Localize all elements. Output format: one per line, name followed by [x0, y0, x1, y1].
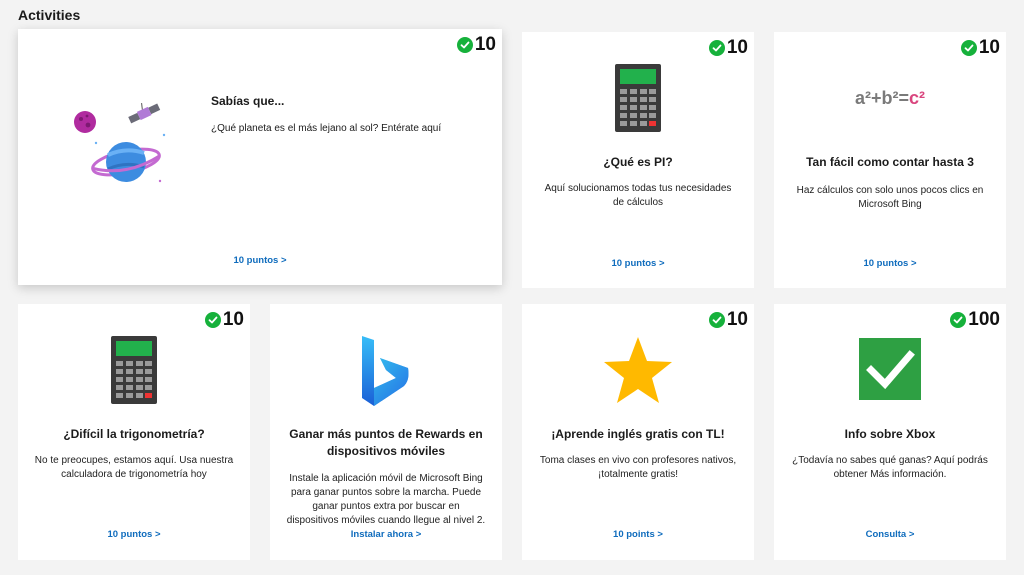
star-icon [522, 336, 754, 404]
calculator-illustration [18, 336, 250, 404]
checkmark-icon [456, 37, 473, 53]
green-checkbox-icon [774, 338, 1006, 400]
card-description: No te preocupes, estamos aquí. Usa nuest… [34, 455, 234, 480]
formula-text: a²+b²= [854, 88, 909, 108]
section-title: Activities [18, 7, 81, 23]
card-points-link[interactable]: 10 puntos > [18, 255, 502, 266]
card-title: ¡Aprende inglés gratis con TL! [551, 427, 725, 441]
card-points-link[interactable]: 10 puntos > [774, 258, 1006, 269]
bing-logo [270, 334, 502, 408]
points-badge: 10 [708, 37, 748, 59]
planet-satellite-illustration [72, 95, 172, 196]
checkmark-icon [950, 312, 967, 328]
card-description: Toma clases en vivo con profesores nativ… [539, 455, 737, 480]
checkmark-icon [960, 40, 977, 56]
card-description: Haz cálculos con solo unos pocos clics e… [796, 185, 984, 210]
points-badge: 10 [960, 37, 1000, 59]
card-title: Info sobre Xbox [844, 427, 936, 441]
points-badge: 10 [456, 34, 496, 56]
checkmark-icon [708, 312, 725, 328]
points-value: 100 [968, 309, 1000, 330]
points-value: 10 [978, 37, 1000, 58]
points-value: 10 [726, 37, 748, 58]
card-points-link[interactable]: 10 points > [522, 529, 754, 540]
activity-card-xbox-info[interactable]: 100 Info sobre Xbox ¿Todavía no sabes qu… [774, 304, 1006, 560]
points-badge: 100 [950, 309, 1000, 331]
activity-card-mobile-rewards[interactable]: Ganar más puntos de Rewards en dispositi… [270, 304, 502, 560]
card-description: Aquí solucionamos todas tus necesidades … [544, 183, 732, 208]
activity-card-did-you-know[interactable]: 10 Sabías que... ¿Qué planeta es el más … [18, 29, 502, 285]
activity-card-what-is-pi[interactable]: 10 ¿Qué es PI? Aquí solucionamos todas t… [522, 32, 754, 288]
formula-highlight: c² [909, 88, 926, 108]
activity-card-learn-english[interactable]: 10 ¡Aprende inglés gratis con TL! Toma c… [522, 304, 754, 560]
card-points-link[interactable]: 10 puntos > [522, 258, 754, 269]
xbox-consult-link[interactable]: Consulta > [774, 529, 1006, 540]
card-description: ¿Todavía no sabes qué ganas? Aquí podrás… [792, 455, 988, 480]
activity-card-count-to-three[interactable]: 10 a²+b²=c² Tan fácil como contar hasta … [774, 32, 1006, 288]
points-value: 10 [726, 309, 748, 330]
points-badge: 10 [708, 309, 748, 331]
checkmark-icon [204, 312, 221, 328]
formula-illustration: a²+b²=c² [774, 88, 1006, 109]
activity-card-trigonometry[interactable]: 10 ¿Difícil la trigonometría? No te preo… [18, 304, 250, 560]
card-title: ¿Qué es PI? [603, 155, 673, 169]
points-value: 10 [474, 34, 496, 55]
checkmark-icon [708, 40, 725, 56]
install-now-link[interactable]: Instalar ahora > [270, 529, 502, 540]
calculator-illustration [522, 64, 754, 132]
points-value: 10 [222, 309, 244, 330]
card-title: Ganar más puntos de Rewards en dispositi… [289, 427, 483, 458]
card-description: Instale la aplicación móvil de Microsoft… [286, 473, 486, 526]
card-title: Sabías que... [211, 94, 285, 108]
card-description: ¿Qué planeta es el más lejano al sol? En… [211, 123, 442, 134]
points-badge: 10 [204, 309, 244, 331]
card-points-link[interactable]: 10 puntos > [18, 529, 250, 540]
card-title: Tan fácil como contar hasta 3 [806, 155, 974, 169]
card-title: ¿Difícil la trigonometría? [63, 427, 205, 441]
